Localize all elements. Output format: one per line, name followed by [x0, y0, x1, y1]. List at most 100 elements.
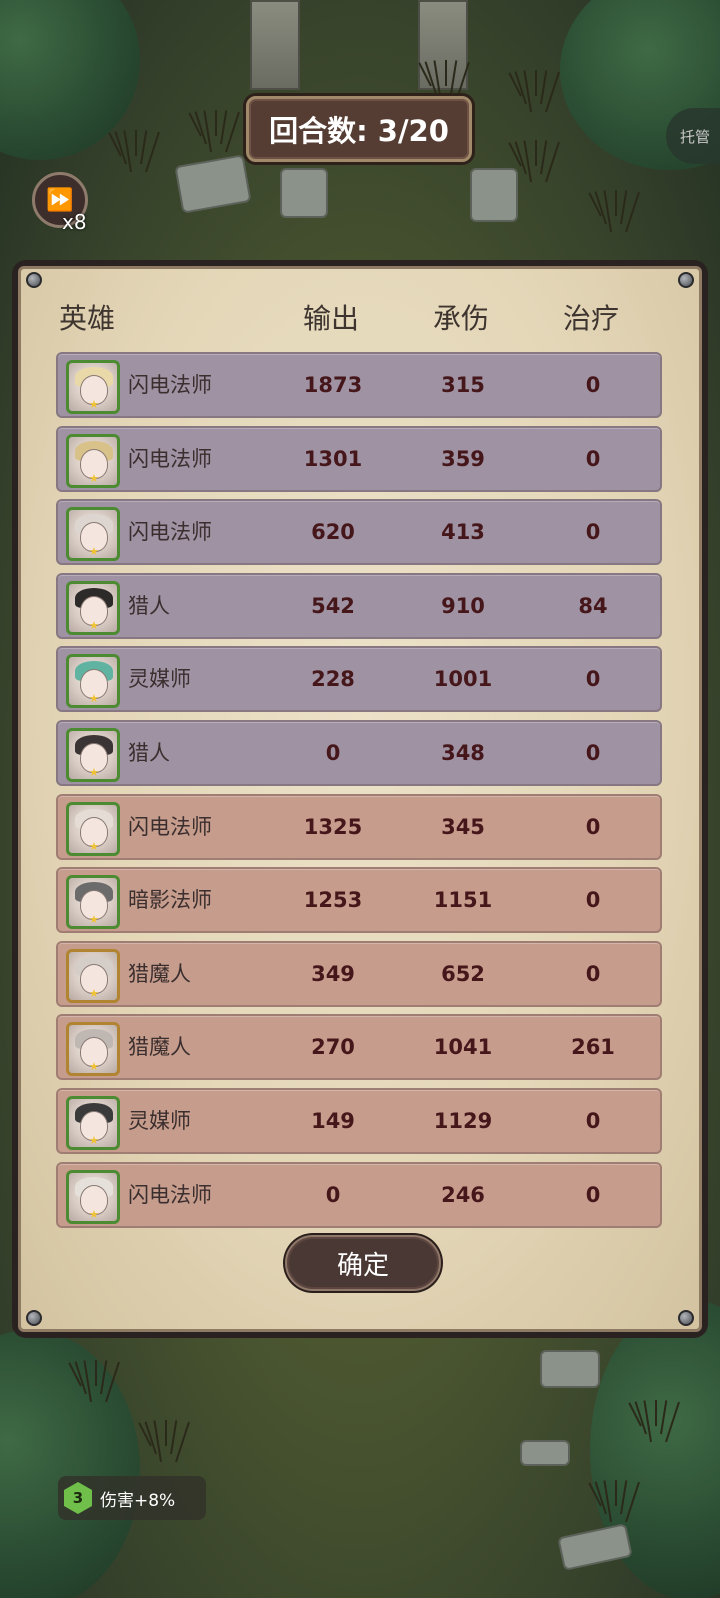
grass-decoration [153, 1420, 162, 1463]
rivet-decoration [678, 1310, 694, 1326]
grass-decoration [215, 110, 217, 136]
stats-table-header: 英雄 输出 承伤 治疗 [21, 297, 699, 337]
enemy-hero-row: ★ 暗影法师 1253 1151 0 [56, 867, 662, 934]
confirm-label: 确定 [336, 1250, 389, 1281]
header-output: 输出 [302, 302, 359, 335]
grass-decoration [620, 190, 628, 225]
hero-name: 闪电法师 [128, 373, 212, 397]
star-icon: ★ [89, 471, 99, 485]
grass-decoration [625, 191, 640, 233]
star-icon: ★ [89, 545, 99, 559]
hero-name: 猎人 [128, 593, 170, 618]
hero-name: 猎魔人 [128, 1035, 191, 1060]
enemy-hero-row: ★ 闪电法师 0 246 0 [56, 1161, 662, 1228]
hero-name: 灵媒师 [128, 1109, 191, 1133]
hero-portrait: ★ [66, 654, 120, 709]
hero-portrait: ★ [66, 1169, 120, 1224]
hero-portrait: ★ [66, 360, 120, 414]
header-hero: 英雄 [59, 302, 116, 335]
hero-name: 暗影法师 [128, 888, 212, 913]
grass-decoration [545, 71, 560, 113]
hero-healing: 0 [585, 520, 601, 545]
hero-portrait: ★ [66, 433, 120, 488]
hero-portrait: ★ [66, 875, 120, 930]
buff-text: 伤害+8% [100, 1490, 176, 1511]
hero-healing: 0 [585, 741, 601, 765]
hero-portrait: ★ [66, 948, 120, 1003]
buff-indicator: 3 伤害+8% [58, 1476, 206, 1520]
hero-damage-taken: 1001 [433, 667, 493, 692]
buff-level: 3 [72, 1489, 84, 1507]
auto-battle-label: 托管 [680, 127, 711, 146]
grass-decoration [140, 130, 148, 165]
rivet-decoration [26, 272, 42, 288]
battle-stats-parchment: 英雄 输出 承伤 治疗 ★ 闪电法师 1873 315 0 ★ 闪电法师 1301 359 0 ★ 闪… [18, 266, 702, 1332]
header-damage-taken: 承伤 [432, 302, 489, 335]
hero-damage-taken: 652 [441, 961, 485, 986]
tree-decoration [0, 1330, 140, 1598]
grass-decoration [523, 70, 532, 113]
ally-hero-row: ★ 闪电法师 1301 359 0 [56, 425, 662, 492]
grass-decoration [540, 70, 548, 105]
hero-damage-taken: 413 [441, 520, 485, 545]
hero-damage-taken: 910 [441, 593, 485, 618]
stone-decoration [520, 1440, 570, 1466]
enemy-hero-row: ★ 闪电法师 1325 345 0 [56, 793, 662, 860]
hero-damage-taken: 246 [441, 1182, 485, 1207]
hero-output: 1301 [303, 446, 363, 471]
grass-decoration [95, 1360, 97, 1386]
hero-healing: 0 [585, 888, 601, 913]
grass-decoration [615, 190, 617, 216]
tree-decoration [0, 0, 140, 160]
hero-healing: 0 [585, 1182, 601, 1207]
confirm-button[interactable]: 确定 [285, 1235, 441, 1291]
hero-healing: 0 [585, 446, 601, 471]
grass-decoration [135, 130, 137, 156]
stone-decoration [540, 1350, 600, 1388]
grass-decoration [535, 140, 537, 166]
grass-decoration [175, 1421, 190, 1463]
hero-healing: 0 [585, 961, 601, 986]
hero-name: 闪电法师 [128, 446, 212, 471]
hero-output: 349 [311, 961, 355, 986]
star-icon: ★ [89, 398, 99, 411]
hero-healing: 0 [585, 667, 601, 692]
hero-name: 闪电法师 [128, 1182, 212, 1207]
hero-healing: 0 [585, 373, 601, 397]
hero-healing: 261 [571, 1035, 615, 1060]
hero-output: 270 [311, 1035, 355, 1060]
ally-hero-row: ★ 猎人 0 348 0 [56, 720, 662, 786]
hero-damage-taken: 345 [441, 814, 485, 839]
hero-damage-taken: 1129 [433, 1109, 493, 1133]
hero-portrait: ★ [66, 580, 120, 635]
hero-portrait: ★ [66, 728, 120, 782]
hero-portrait: ★ [66, 1022, 120, 1077]
ally-hero-row: ★ 闪电法师 620 413 0 [56, 499, 662, 566]
hero-damage-taken: 348 [441, 741, 485, 765]
hero-name: 猎人 [128, 741, 170, 765]
header-healing: 治疗 [562, 302, 619, 335]
star-icon: ★ [89, 692, 99, 706]
hero-damage-taken: 1151 [433, 888, 493, 913]
hero-output: 1873 [303, 373, 363, 397]
hero-portrait: ★ [66, 801, 120, 856]
star-icon: ★ [89, 618, 99, 632]
enemy-hero-row: ★ 灵媒师 149 1129 0 [56, 1088, 662, 1154]
star-icon: ★ [89, 913, 99, 927]
auto-battle-button[interactable]: 托管 [666, 108, 720, 164]
grass-decoration [225, 111, 240, 153]
ally-hero-row: ★ 灵媒师 228 1001 0 [56, 646, 662, 713]
hero-damage-taken: 359 [441, 446, 485, 471]
round-counter: 回合数: 3/20 [246, 96, 472, 162]
ally-hero-row: ★ 闪电法师 1873 315 0 [56, 352, 662, 418]
hero-name: 闪电法师 [128, 814, 212, 839]
grass-decoration [615, 1480, 617, 1506]
enemy-hero-row: ★ 猎魔人 270 1041 261 [56, 1014, 662, 1081]
rivet-decoration [26, 1310, 42, 1326]
star-icon: ★ [89, 1134, 99, 1147]
grass-decoration [655, 1400, 657, 1426]
hero-name: 猎魔人 [128, 961, 191, 986]
rivet-decoration [678, 272, 694, 288]
grass-decoration [203, 110, 212, 153]
hero-output: 0 [325, 1182, 341, 1207]
